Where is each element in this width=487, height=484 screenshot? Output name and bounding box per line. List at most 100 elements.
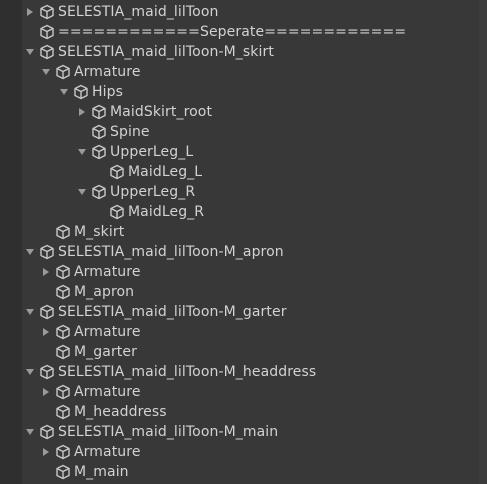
gameobject-cube-icon (72, 82, 90, 102)
hierarchy-item-label: Armature (74, 384, 141, 400)
foldout-arrow-collapsed-icon[interactable] (38, 442, 54, 462)
hierarchy-item-label: M_headdress (74, 404, 167, 420)
hierarchy-item-label: Spine (110, 124, 150, 140)
hierarchy-item-label: Armature (74, 324, 141, 340)
foldout-arrow-expanded-icon[interactable] (22, 242, 38, 262)
hierarchy-item[interactable]: Armature (22, 62, 479, 82)
hierarchy-item-label: SELESTIA_maid_lilToon (58, 4, 219, 20)
foldout-placeholder (38, 222, 54, 242)
hierarchy-item-label: SELESTIA_maid_lilToon-M_skirt (58, 44, 274, 60)
hierarchy-item-label: M_garter (74, 344, 137, 360)
hierarchy-item-label: Armature (74, 444, 141, 460)
hierarchy-item[interactable]: M_apron (22, 282, 479, 302)
triangle-down-icon (26, 429, 34, 435)
gameobject-cube-icon (108, 162, 126, 182)
foldout-arrow-expanded-icon[interactable] (22, 42, 38, 62)
hierarchy-item[interactable]: M_headdress (22, 402, 479, 422)
hierarchy-item-label: SELESTIA_maid_lilToon-M_main (58, 424, 279, 440)
gameobject-cube-icon (90, 142, 108, 162)
gameobject-cube-icon (38, 22, 56, 42)
foldout-arrow-expanded-icon[interactable] (38, 62, 54, 82)
gameobject-cube-icon (38, 242, 56, 262)
triangle-down-icon (78, 189, 86, 195)
hierarchy-gutter (0, 0, 22, 484)
triangle-right-icon (43, 448, 49, 456)
foldout-arrow-expanded-icon[interactable] (74, 182, 90, 202)
foldout-placeholder (38, 282, 54, 302)
foldout-arrow-expanded-icon[interactable] (22, 422, 38, 442)
hierarchy-item[interactable]: Spine (22, 122, 479, 142)
triangle-right-icon (43, 328, 49, 336)
gameobject-cube-icon (54, 402, 72, 422)
hierarchy-item[interactable]: Armature (22, 262, 479, 282)
hierarchy-item-label: Armature (74, 64, 141, 80)
foldout-arrow-collapsed-icon[interactable] (38, 262, 54, 282)
hierarchy-item[interactable]: UpperLeg_R (22, 182, 479, 202)
hierarchy-item[interactable]: SELESTIA_maid_lilToon-M_garter (22, 302, 479, 322)
foldout-placeholder (38, 462, 54, 482)
hierarchy-item[interactable]: Hips (22, 82, 479, 102)
triangle-down-icon (26, 49, 34, 55)
foldout-placeholder (38, 402, 54, 422)
gameobject-cube-icon (54, 342, 72, 362)
hierarchy-item[interactable]: SELESTIA_maid_lilToon-M_headdress (22, 362, 479, 382)
triangle-down-icon (26, 369, 34, 375)
foldout-arrow-collapsed-icon[interactable] (38, 322, 54, 342)
hierarchy-item-label: M_main (74, 464, 129, 480)
triangle-down-icon (26, 249, 34, 255)
foldout-arrow-expanded-icon[interactable] (56, 82, 72, 102)
gameobject-cube-icon (54, 442, 72, 462)
gameobject-cube-icon (54, 262, 72, 282)
triangle-right-icon (79, 108, 85, 116)
hierarchy-item-label: MaidLeg_R (128, 204, 205, 220)
hierarchy-item-label: SELESTIA_maid_lilToon-M_garter (58, 304, 287, 320)
gameobject-cube-icon (54, 282, 72, 302)
foldout-arrow-collapsed-icon[interactable] (38, 382, 54, 402)
gameobject-cube-icon (90, 182, 108, 202)
foldout-placeholder (22, 22, 38, 42)
gameobject-cube-icon (38, 362, 56, 382)
hierarchy-item[interactable]: SELESTIA_maid_lilToon-M_main (22, 422, 479, 442)
foldout-placeholder (38, 342, 54, 362)
hierarchy-item-label: ============Seperate============ (58, 24, 407, 40)
foldout-arrow-collapsed-icon[interactable] (22, 2, 38, 22)
foldout-placeholder (92, 162, 108, 182)
hierarchy-item-label: UpperLeg_L (110, 144, 194, 160)
hierarchy-item[interactable]: Armature (22, 442, 479, 462)
hierarchy-item-label: Armature (74, 264, 141, 280)
triangle-down-icon (78, 149, 86, 155)
hierarchy-item[interactable]: M_skirt (22, 222, 479, 242)
hierarchy-item[interactable]: SELESTIA_maid_lilToon-M_skirt (22, 42, 479, 62)
hierarchy-item-label: Hips (92, 84, 123, 100)
hierarchy-item[interactable]: M_garter (22, 342, 479, 362)
vertical-scrollbar[interactable] (479, 0, 487, 484)
triangle-down-icon (42, 69, 50, 75)
triangle-down-icon (60, 89, 68, 95)
gameobject-cube-icon (38, 42, 56, 62)
foldout-arrow-collapsed-icon[interactable] (74, 102, 90, 122)
gameobject-cube-icon (38, 2, 56, 22)
hierarchy-item[interactable]: M_main (22, 462, 479, 482)
hierarchy-item[interactable]: MaidLeg_L (22, 162, 479, 182)
foldout-placeholder (92, 202, 108, 222)
hierarchy-item[interactable]: Armature (22, 322, 479, 342)
hierarchy-item[interactable]: UpperLeg_L (22, 142, 479, 162)
hierarchy-item[interactable]: MaidLeg_R (22, 202, 479, 222)
gameobject-cube-icon (54, 322, 72, 342)
foldout-arrow-expanded-icon[interactable] (22, 302, 38, 322)
triangle-down-icon (26, 309, 34, 315)
gameobject-cube-icon (108, 202, 126, 222)
hierarchy-item[interactable]: ============Seperate============ (22, 22, 479, 42)
gameobject-cube-icon (90, 122, 108, 142)
hierarchy-item[interactable]: SELESTIA_maid_lilToon (22, 2, 479, 22)
foldout-arrow-expanded-icon[interactable] (22, 362, 38, 382)
hierarchy-item[interactable]: MaidSkirt_root (22, 102, 479, 122)
hierarchy-item-label: M_skirt (74, 224, 125, 240)
gameobject-cube-icon (54, 222, 72, 242)
foldout-arrow-expanded-icon[interactable] (74, 142, 90, 162)
gameobject-cube-icon (54, 62, 72, 82)
hierarchy-item[interactable]: SELESTIA_maid_lilToon-M_apron (22, 242, 479, 262)
hierarchy-item[interactable]: Armature (22, 382, 479, 402)
hierarchy-item-label: MaidSkirt_root (110, 104, 213, 120)
hierarchy-panel: SELESTIA_maid_lilToon ============Seperat… (0, 0, 487, 484)
